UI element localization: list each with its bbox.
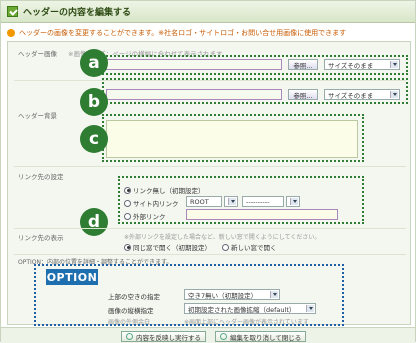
- link-settings-label: リンク先の設定: [18, 173, 64, 181]
- link-target-label: リンク先の表示: [18, 234, 64, 242]
- apply-button[interactable]: 内容を反映し実行する: [121, 331, 206, 342]
- cancel-label: 編集を取り消して閉じる: [230, 333, 302, 342]
- radio-dot: [222, 243, 229, 251]
- header-bg-label: ヘッダー背景: [18, 112, 57, 120]
- window-title: ヘッダーの内容を編集する: [23, 8, 132, 18]
- edit-check-icon: [7, 6, 18, 17]
- highlight-box-c: [102, 114, 364, 162]
- circle-icon: [220, 333, 227, 340]
- divider: [14, 166, 406, 167]
- radio-same-window-label: 同じ窓で開く（初期設定）: [133, 244, 211, 252]
- badge-d: d: [80, 208, 108, 236]
- edit-header-window: ヘッダーの内容を編集する ヘッダーの画像を変更することができます。※社名ロゴ・サ…: [0, 0, 416, 343]
- apply-label: 内容を反映し実行する: [136, 333, 201, 342]
- highlight-box-a: [102, 55, 408, 75]
- circle-icon: [126, 333, 133, 340]
- badge-a: a: [80, 49, 108, 77]
- header-image-label: ヘッダー画像: [18, 50, 57, 58]
- divider: [14, 228, 406, 229]
- divider: [14, 254, 406, 255]
- info-icon: [7, 29, 15, 37]
- notice-text: ヘッダーの画像を変更することができます。※社名ロゴ・サイトロゴ・お問い合せ用画像…: [19, 29, 347, 37]
- badge-c: c: [80, 125, 108, 153]
- edit-panel: ヘッダー画像 ※画像サイズ：ページの横幅に合わせて表示されます 参照... サイ…: [7, 41, 411, 326]
- link-target-note: ※外部リンクを設定した場合など、新しい窓で開くようにしてください。: [124, 234, 321, 241]
- footer-bar: 内容を反映し実行する 編集を取り消して閉じる: [1, 327, 415, 343]
- window-titlebar: ヘッダーの内容を編集する: [1, 1, 415, 23]
- radio-new-window-label: 新しい窓で開く: [231, 244, 277, 252]
- option-highlight-box: [34, 264, 344, 326]
- radio-dot: [124, 243, 131, 251]
- badge-b: b: [80, 88, 108, 116]
- radio-new-window[interactable]: 新しい窓で開く: [222, 242, 277, 252]
- notice-bar: ヘッダーの画像を変更することができます。※社名ロゴ・サイトロゴ・お問い合せ用画像…: [7, 27, 411, 39]
- highlight-box-d: [118, 176, 364, 224]
- highlight-box-b: [102, 78, 408, 104]
- cancel-button[interactable]: 編集を取り消して閉じる: [215, 331, 307, 342]
- radio-same-window[interactable]: 同じ窓で開く（初期設定）: [124, 242, 211, 252]
